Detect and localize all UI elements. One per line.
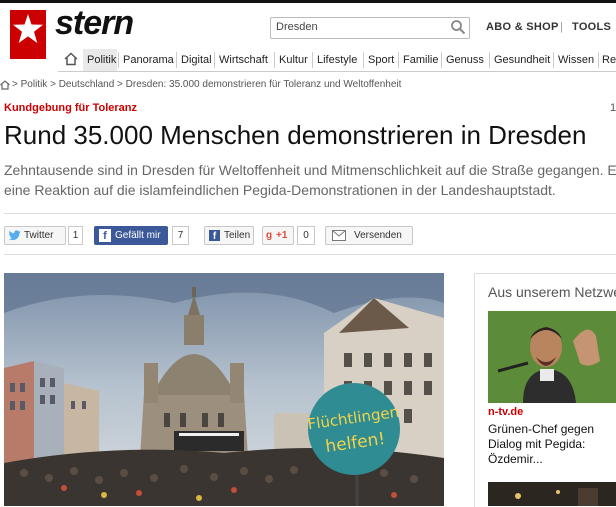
nav-divider [312, 52, 313, 68]
share-bar-top-rule [4, 213, 616, 214]
sidebar-second-teaser-image[interactable] [488, 482, 616, 506]
gplus-icon: g [266, 230, 273, 241]
nav-divider [398, 52, 399, 68]
facebook-like-button[interactable]: f Gefällt mir [94, 226, 168, 245]
home-icon[interactable] [64, 52, 78, 66]
gplus-button[interactable]: g +1 [262, 226, 294, 245]
article-main-image[interactable]: Flüchtlingen helfen! [4, 273, 444, 506]
nav-divider [598, 52, 599, 68]
nav-item-politik[interactable]: Politik [87, 49, 116, 71]
nav-item-sport[interactable]: Sport [368, 49, 394, 71]
facebook-share-button[interactable]: f Teilen [204, 226, 254, 245]
nav-item-lifestyle[interactable]: Lifestyle [317, 49, 357, 71]
gplus-label: +1 [276, 230, 288, 241]
nav-item-kultur[interactable]: Kultur [279, 49, 308, 71]
stern-logo-text[interactable]: stern [55, 4, 134, 43]
share-bar-bottom-rule [4, 254, 616, 255]
mail-button[interactable]: Versenden [325, 226, 413, 245]
twitter-label: Twitter [24, 230, 54, 241]
nav-item-digital[interactable]: Digital [181, 49, 212, 71]
facebook-share-icon: f [209, 230, 220, 242]
nav-divider [363, 52, 364, 68]
breadcrumb-home-icon[interactable] [0, 80, 10, 90]
header-separator: | [560, 21, 563, 33]
article-headline: Rund 35.000 Menschen demonstrieren in Dr… [4, 120, 587, 150]
nav-divider [274, 52, 275, 68]
twitter-bird-icon [9, 230, 21, 241]
nav-divider [118, 52, 119, 68]
twitter-count: 1 [68, 226, 83, 245]
sidebar-headline[interactable]: Grünen-Chef gegen Dialog mit Pegida: Özd… [488, 422, 616, 467]
nav-item-familie[interactable]: Familie [403, 49, 438, 71]
nav-divider [489, 52, 490, 68]
mail-icon [332, 230, 346, 241]
sidebar-teaser-image[interactable] [488, 311, 616, 403]
article-kicker: Kundgebung für Toleranz [4, 102, 138, 114]
sidebar-title: Aus unserem Netzwerk [488, 284, 616, 300]
article-teaser: Zehntausende sind in Dresden für Weltoff… [4, 162, 616, 198]
tools-link[interactable]: TOOLS [572, 21, 611, 33]
article-date: 1 [610, 102, 616, 114]
nav-divider [553, 52, 554, 68]
nav-item-wirtschaft[interactable]: Wirtschaft [219, 49, 268, 71]
twitter-button[interactable]: Twitter [4, 226, 66, 245]
facebook-like-count: 7 [172, 226, 189, 245]
abo-shop-link[interactable]: ABO & SHOP [486, 21, 559, 33]
facebook-icon: f [99, 229, 111, 242]
mail-label: Versenden [354, 230, 402, 241]
search-input[interactable] [276, 19, 446, 35]
breadcrumb[interactable]: > Politik > Deutschland > Dresden: 35.00… [12, 79, 401, 90]
sidebar-source-label[interactable]: n-tv.de [488, 406, 523, 418]
facebook-share-label: Teilen [224, 230, 251, 241]
nav-item-reisen[interactable]: Re [602, 49, 616, 71]
stern-star-icon [13, 14, 43, 43]
nav-divider [441, 52, 442, 68]
nav-item-wissen[interactable]: Wissen [558, 49, 594, 71]
search-icon[interactable] [450, 19, 466, 35]
facebook-like-label: Gefällt mir [115, 230, 161, 241]
nav-item-genuss[interactable]: Genuss [446, 49, 484, 71]
nav-divider [176, 52, 177, 68]
nav-item-gesundheit[interactable]: Gesundheit [494, 49, 550, 71]
gplus-count: 0 [297, 226, 315, 245]
top-strip [0, 0, 616, 3]
nav-divider [214, 52, 215, 68]
nav-item-panorama[interactable]: Panorama [123, 49, 174, 71]
